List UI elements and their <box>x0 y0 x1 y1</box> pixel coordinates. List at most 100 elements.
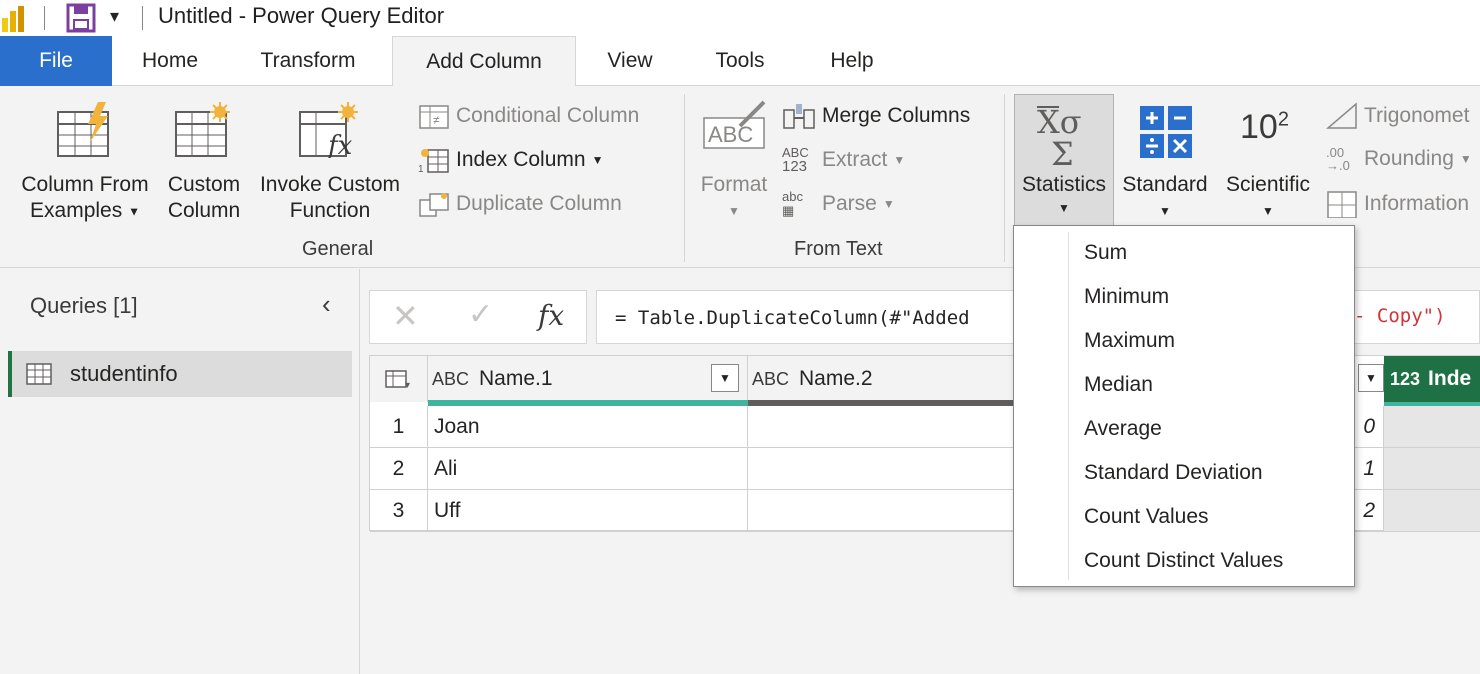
merge-columns-button[interactable]: Merge Columns <box>782 102 970 130</box>
column-from-examples-label-2: Examples <box>30 199 123 222</box>
scientific-label: Scientific <box>1225 173 1311 196</box>
duplicate-column-icon <box>419 193 449 217</box>
query-item-studentinfo[interactable]: studentinfo <box>8 351 352 397</box>
queries-header: Queries [1] <box>30 293 138 318</box>
table-cell[interactable]: Uff <box>428 490 748 532</box>
menu-item-standard-deviation[interactable]: Standard Deviation <box>1084 458 1263 488</box>
parse-icon-text: abc <box>782 189 803 204</box>
column-header-label: Name.2 <box>799 367 873 390</box>
power-bi-logo-icon <box>2 6 32 32</box>
index-column-button[interactable]: 1 Index Column ▼ <box>418 146 603 174</box>
trigonometry-button[interactable]: Trigonomet <box>1326 102 1469 130</box>
rounding-button[interactable]: .00 →.0 Rounding ▼ <box>1326 146 1472 172</box>
fx-icon[interactable]: fx <box>538 299 564 332</box>
svg-text:1: 1 <box>418 164 424 174</box>
format-icon-text: ABC <box>708 122 753 147</box>
quick-access-dropdown-icon[interactable]: ▾ <box>110 6 128 28</box>
standard-button[interactable]: Standard ▼ <box>1116 172 1214 224</box>
menu-item-count-distinct-values[interactable]: Count Distinct Values <box>1084 546 1283 576</box>
extract-label: Extract <box>822 148 888 171</box>
text-type-icon: ABC <box>432 369 469 390</box>
custom-column-button[interactable]: Custom Column <box>160 172 248 224</box>
chevron-down-icon: ▼ <box>728 204 740 218</box>
svg-text:▾: ▾ <box>405 380 410 390</box>
invoke-custom-function-label-2: Function <box>289 199 371 222</box>
chevron-down-icon: ▼ <box>1159 204 1171 218</box>
row-number: 2 <box>370 448 428 490</box>
table-cell[interactable] <box>1384 406 1480 448</box>
table-cell[interactable] <box>748 448 1048 490</box>
table-menu-button[interactable]: ▾ <box>370 356 428 402</box>
menu-item-average[interactable]: Average <box>1084 414 1162 444</box>
confirm-formula-icon[interactable]: ✓ <box>468 297 493 332</box>
menu-item-count-values[interactable]: Count Values <box>1084 502 1209 532</box>
menu-item-sum[interactable]: Sum <box>1084 238 1127 268</box>
parse-icon: abc ▦ <box>782 189 803 218</box>
table-cell[interactable]: Ali <box>428 448 748 490</box>
column-header-name1[interactable]: ABC Name.1 ▼ <box>428 356 748 402</box>
table-cell[interactable] <box>748 406 1048 448</box>
column-header-index[interactable]: 123 Inde <box>1384 356 1480 402</box>
parse-button[interactable]: abc ▦ Parse ▼ <box>782 190 895 218</box>
custom-column-icon <box>174 102 236 158</box>
window-title: Untitled - Power Query Editor <box>158 3 445 28</box>
statistics-button[interactable]: Xσ Σ Statistics ▼ <box>1014 94 1114 226</box>
queries-pane: Queries [1] ‹ studentinfo <box>0 269 360 674</box>
table-cell[interactable] <box>1384 490 1480 532</box>
filter-dropdown-icon[interactable]: ▼ <box>711 364 739 392</box>
column-from-examples-button[interactable]: Column From Examples ▼ <box>14 172 156 224</box>
column-type-index: 123 <box>1390 368 1421 389</box>
statistics-label: Statistics <box>1021 173 1107 196</box>
tab-view[interactable]: View <box>590 36 670 86</box>
extract-icon: ABC 123 <box>782 146 816 175</box>
title-separator <box>44 6 45 30</box>
tab-home[interactable]: Home <box>124 36 216 86</box>
scientific-button[interactable]: Scientific ▼ <box>1218 172 1318 224</box>
conditional-column-icon: ≠ <box>419 105 449 129</box>
tab-transform[interactable]: Transform <box>240 36 376 86</box>
extract-button[interactable]: ABC 123 Extract ▼ <box>782 146 905 175</box>
table-cell[interactable] <box>1384 448 1480 490</box>
index-column-icon: 1 <box>418 149 449 174</box>
svg-text:fx: fx <box>326 131 353 158</box>
tab-help[interactable]: Help <box>812 36 892 86</box>
information-button[interactable]: Information <box>1326 190 1469 218</box>
extract-icon-text-2: 123 <box>782 158 808 175</box>
statistics-dropdown-menu: Sum Minimum Maximum Median Average Stand… <box>1013 225 1355 587</box>
scientific-icon-exponent: 2 <box>1277 108 1289 131</box>
table-cell[interactable] <box>748 490 1048 532</box>
table-cell[interactable]: Joan <box>428 406 748 448</box>
conditional-column-button[interactable]: ≠ Conditional Column <box>418 102 639 130</box>
cancel-formula-icon[interactable]: ✕ <box>392 297 419 335</box>
duplicate-column-button[interactable]: Duplicate Column <box>418 190 622 218</box>
svg-text:Σ: Σ <box>1051 135 1074 169</box>
menu-item-minimum[interactable]: Minimum <box>1084 282 1169 312</box>
format-button[interactable]: Format ▼ <box>694 172 774 224</box>
title-bar: ▾ Untitled - Power Query Editor <box>0 0 1480 36</box>
save-icon[interactable] <box>66 3 96 33</box>
formula-text-left: = Table.DuplicateColumn(#"Added <box>615 307 970 329</box>
tab-file[interactable]: File <box>0 36 112 86</box>
tab-add-column[interactable]: Add Column <box>392 36 576 87</box>
number-type-icon: 123 <box>1390 369 1420 390</box>
column-header-name2[interactable]: ABC Name.2 <box>748 356 1048 402</box>
merge-columns-label: Merge Columns <box>822 104 971 127</box>
filter-dropdown-icon[interactable]: ▼ <box>1358 364 1384 392</box>
column-from-examples-icon <box>54 102 116 158</box>
collapse-pane-icon[interactable]: ‹ <box>322 289 331 320</box>
group-label-general: General <box>302 238 374 260</box>
tab-tools[interactable]: Tools <box>698 36 782 86</box>
invoke-custom-function-button[interactable]: Invoke Custom Function <box>252 172 408 224</box>
menu-item-maximum[interactable]: Maximum <box>1084 326 1175 356</box>
scientific-icon-base: 10 <box>1240 108 1278 146</box>
chevron-down-icon: ▼ <box>128 204 140 219</box>
column-type-name1: ABC <box>432 368 470 389</box>
column-header-label: Name.1 <box>479 367 553 390</box>
invoke-custom-function-icon: fx <box>298 102 364 161</box>
title-separator <box>142 6 143 30</box>
query-item-label: studentinfo <box>70 361 178 386</box>
text-type-icon: ABC <box>752 369 789 390</box>
trigonometry-label: Trigonomet <box>1364 104 1470 127</box>
trigonometry-icon <box>1326 102 1357 129</box>
menu-item-median[interactable]: Median <box>1084 370 1153 400</box>
